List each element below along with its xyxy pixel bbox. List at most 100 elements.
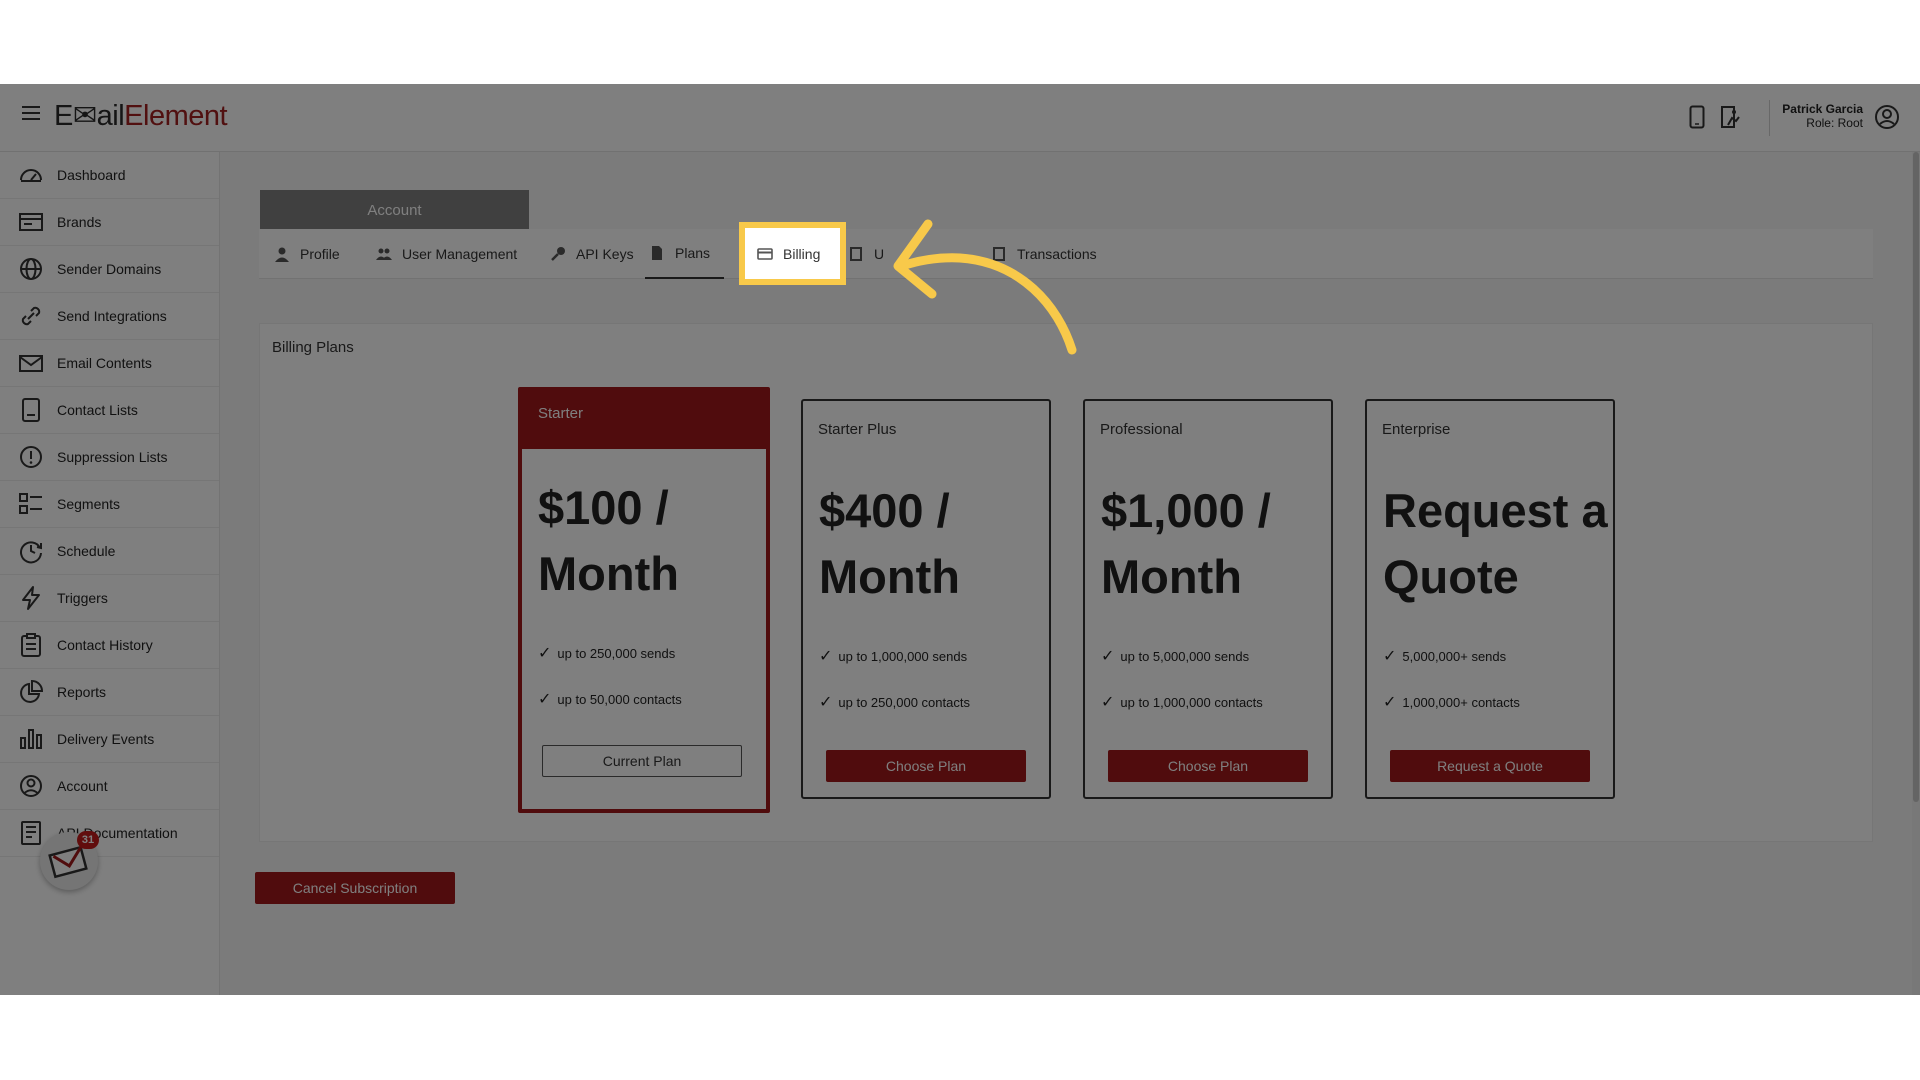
price-line: Month (538, 547, 679, 600)
screenshot-stage: { "app": { "logo_prefix": "E", "logo_mid… (0, 0, 1920, 1080)
tab-api-keys[interactable]: API Keys (550, 229, 634, 279)
app-logo[interactable]: E✉ailElement (54, 98, 228, 133)
tab-profile[interactable]: Profile (274, 229, 340, 279)
plan-feature: ✓ up to 250,000 contacts (819, 692, 970, 712)
tab-label: API Keys (576, 246, 634, 262)
sidebar-item-schedule[interactable]: Schedule (0, 528, 219, 575)
request-quote-button[interactable]: Request a Quote (1390, 750, 1590, 782)
sidebar-item-label: Dashboard (57, 167, 126, 183)
file-icon (652, 246, 662, 260)
check-icon: ✓ (1383, 694, 1397, 711)
top-bar: E✉ailElement Patrick Garcia Role: Root (0, 84, 1920, 152)
tab-plans[interactable]: Plans (645, 229, 725, 279)
check-icon: ✓ (1101, 694, 1115, 711)
sidebar-item-email-contents[interactable]: Email Contents (0, 340, 219, 387)
sidebar-item-label: Schedule (57, 543, 116, 559)
plan-name: Starter (522, 391, 766, 449)
plan-feature: ✓ 5,000,000+ sends (1383, 646, 1506, 666)
sidebar-item-label: Send Integrations (57, 308, 167, 324)
feature-text: up to 1,000,000 contacts (1120, 694, 1263, 710)
sidebar-item-label: Reports (57, 684, 107, 700)
user-circle-icon (20, 775, 42, 797)
lightning-icon (22, 586, 40, 610)
panel-title: Billing Plans (272, 339, 354, 356)
account-tab-bar: Profile User Management API Keys Plans U… (259, 229, 1873, 279)
plan-card-enterprise: Enterprise Request a Quote ✓ 5,000,000+ s… (1365, 399, 1615, 799)
current-plan-button[interactable]: Current Plan (542, 745, 742, 777)
top-icons (1686, 104, 1742, 130)
pie-icon (20, 679, 44, 703)
document-icon (21, 821, 41, 845)
ledger-icon (993, 247, 1005, 261)
envelope-icon (19, 355, 43, 372)
alert-icon (20, 446, 42, 468)
clock-icon (20, 541, 42, 564)
bar-chart-icon (20, 729, 42, 749)
user-info[interactable]: Patrick Garcia Role: Root (1782, 102, 1863, 130)
sidebar-item-delivery-events[interactable]: Delivery Events (0, 716, 219, 763)
sidebar: Dashboard Brands Sender Domains Send Int… (0, 152, 220, 995)
check-icon: ✓ (1383, 648, 1397, 665)
link-icon (21, 306, 41, 326)
sidebar-item-send-integrations[interactable]: Send Integrations (0, 293, 219, 340)
billing-plans-panel: Billing Plans Starter $100 / Month ✓ up t… (259, 323, 1873, 842)
sidebar-item-dashboard[interactable]: Dashboard (0, 152, 219, 199)
sidebar-item-label: Email Contents (57, 355, 152, 371)
tab-transactions[interactable]: Transactions (991, 229, 1097, 279)
app-window: E✉ailElement Patrick Garcia Role: Root D… (0, 84, 1920, 995)
tab-label: Billing (783, 245, 821, 262)
tab-usage[interactable]: U (848, 229, 884, 279)
feature-text: up to 250,000 contacts (838, 694, 970, 710)
sidebar-item-contact-history[interactable]: Contact History (0, 622, 219, 669)
tab-billing[interactable]: Billing (739, 222, 846, 285)
account-header: Account (260, 190, 529, 230)
sidebar-item-segments[interactable]: Segments (0, 481, 219, 528)
notification-badge: 31 (77, 831, 99, 849)
hamburger-menu-icon[interactable] (22, 106, 40, 122)
page-scrollbar[interactable] (1912, 152, 1920, 995)
choose-plan-button[interactable]: Choose Plan (1108, 750, 1308, 782)
sidebar-item-label: Contact History (57, 637, 153, 653)
plan-price: $1,000 / Month (1101, 478, 1331, 610)
sidebar-item-suppression-lists[interactable]: Suppression Lists (0, 434, 219, 481)
check-icon: ✓ (819, 694, 833, 711)
tab-label: User Management (402, 246, 518, 262)
check-icon: ✓ (819, 648, 833, 665)
sidebar-item-label: Contact Lists (57, 402, 138, 418)
price-line: $100 / (538, 481, 669, 534)
price-line: Request a (1383, 484, 1608, 537)
sidebar-item-contact-lists[interactable]: Contact Lists (0, 387, 219, 434)
plan-card-starter-plus: Starter Plus $400 / Month ✓ up to 1,000,0… (801, 399, 1051, 799)
plan-feature: ✓ up to 1,000,000 sends (819, 646, 967, 666)
sidebar-item-reports[interactable]: Reports (0, 669, 219, 716)
receipt-icon (850, 247, 862, 261)
tab-label: Transactions (1017, 246, 1097, 262)
mobile-device-icon[interactable] (1686, 104, 1708, 130)
cancel-subscription-button[interactable]: Cancel Subscription (255, 872, 455, 904)
choose-plan-button[interactable]: Choose Plan (826, 750, 1026, 782)
scrollbar-thumb[interactable] (1913, 152, 1919, 802)
plan-feature: ✓ up to 5,000,000 sends (1101, 646, 1249, 666)
sidebar-item-label: Suppression Lists (57, 449, 168, 465)
sidebar-item-label: Triggers (57, 590, 108, 606)
sidebar-item-triggers[interactable]: Triggers (0, 575, 219, 622)
sidebar-item-label: Sender Domains (57, 261, 162, 277)
person-icon (275, 247, 289, 262)
sidebar-item-sender-domains[interactable]: Sender Domains (0, 246, 219, 293)
price-line: Month (819, 550, 960, 603)
logout-icon[interactable] (1720, 104, 1742, 130)
logo-brand: Element (124, 100, 228, 132)
feature-text: 1,000,000+ contacts (1402, 694, 1520, 710)
sidebar-item-api-documentation[interactable]: API Documentation (0, 810, 219, 857)
user-avatar-icon[interactable] (1874, 104, 1900, 130)
sidebar-item-brands[interactable]: Brands (0, 199, 219, 246)
price-line: Month (1101, 550, 1242, 603)
check-icon: ✓ (1101, 648, 1115, 665)
sidebar-item-account[interactable]: Account (0, 763, 219, 810)
plan-name: Starter Plus (818, 421, 897, 438)
credit-card-icon (757, 247, 773, 260)
feature-text: 5,000,000+ sends (1402, 648, 1507, 664)
tab-user-management[interactable]: User Management (376, 229, 517, 279)
plan-price: $400 / Month (819, 478, 1049, 610)
plan-price: Request a Quote (1383, 478, 1613, 610)
